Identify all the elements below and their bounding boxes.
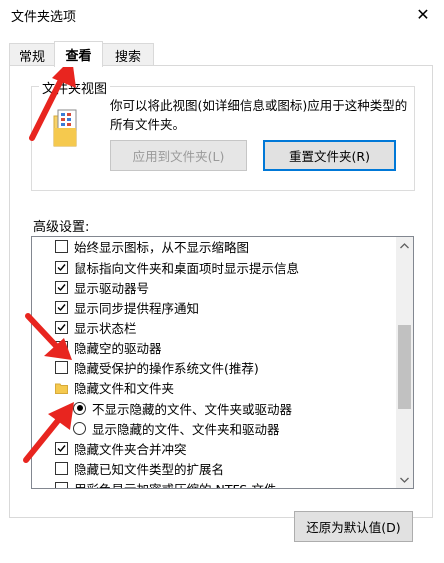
advanced-setting-item[interactable]: 显示同步提供程序通知 (55, 297, 199, 317)
advanced-setting-label: 始终显示图标，从不显示缩略图 (74, 239, 250, 255)
apply-to-folders-button[interactable]: 应用到文件夹(L) (110, 140, 247, 171)
advanced-setting-label: 隐藏文件夹合并冲突 (74, 441, 187, 457)
advanced-setting-item[interactable]: 隐藏受保护的操作系统文件(推荐) (55, 357, 259, 377)
advanced-setting-label: 用彩色显示加密或压缩的 NTFS 文件 (74, 481, 277, 489)
scroll-up-icon[interactable] (396, 237, 413, 254)
folder-view-description: 你可以将此视图(如详细信息或图标)应用于这种类型的所有文件夹。 (110, 98, 408, 132)
advanced-setting-item[interactable]: 显示驱动器号 (55, 277, 149, 297)
advanced-settings-label: 高级设置: (33, 220, 90, 235)
checked-checkbox[interactable] (55, 280, 68, 294)
advanced-setting-label: 显示同步提供程序通知 (74, 300, 200, 316)
checked-checkbox[interactable] (55, 260, 68, 274)
advanced-setting-item[interactable]: 鼠标指向文件夹和桌面项时显示提示信息 (55, 257, 299, 277)
advanced-setting-label: 隐藏空的驱动器 (74, 340, 162, 356)
advanced-setting-label: 隐藏已知文件类型的扩展名 (74, 461, 225, 477)
folder-icon (55, 382, 68, 394)
advanced-setting-label: 不显示隐藏的文件、文件夹或驱动器 (92, 401, 293, 417)
advanced-setting-label: 鼠标指向文件夹和桌面项时显示提示信息 (74, 260, 300, 276)
advanced-setting-item[interactable]: 不显示隐藏的文件、文件夹或驱动器 (73, 398, 292, 418)
advanced-settings-list[interactable]: 始终显示图标，从不显示缩略图 鼠标指向文件夹和桌面项时显示提示信息 显示驱动器号 显示… (31, 236, 414, 489)
scroll-down-icon[interactable] (396, 471, 413, 488)
advanced-setting-item[interactable]: 始终显示图标，从不显示缩略图 (55, 237, 250, 256)
advanced-settings-scrollbar[interactable] (396, 237, 413, 488)
advanced-setting-label: 隐藏受保护的操作系统文件(推荐) (74, 360, 259, 376)
advanced-setting-label: 隐藏文件和文件夹 (74, 380, 175, 396)
annotation-arrow-icon (25, 313, 72, 360)
close-icon[interactable]: ✕ (402, 0, 444, 28)
advanced-setting-item[interactable]: 隐藏文件和文件夹 (55, 377, 174, 397)
advanced-setting-item[interactable]: 用彩色显示加密或压缩的 NTFS 文件 (55, 478, 277, 489)
advanced-setting-item[interactable]: 隐藏已知文件类型的扩展名 (55, 458, 224, 478)
advanced-setting-label: 显示隐藏的文件、文件夹和驱动器 (92, 421, 280, 437)
advanced-setting-label: 显示状态栏 (74, 320, 137, 336)
advanced-setting-item[interactable]: 显示隐藏的文件、文件夹和驱动器 (73, 418, 280, 438)
tab-search[interactable]: 搜索 (102, 43, 154, 66)
advanced-setting-label: 显示驱动器号 (74, 280, 150, 296)
unchecked-checkbox[interactable] (55, 481, 68, 488)
scroll-thumb[interactable] (398, 325, 411, 409)
window-title: 文件夹选项 (11, 10, 77, 25)
annotation-arrow-icon (23, 402, 74, 463)
unchecked-checkbox[interactable] (55, 239, 68, 253)
tab-view[interactable]: 查看 (54, 41, 103, 67)
reset-folders-button[interactable]: 重置文件夹(R) (263, 140, 396, 171)
restore-defaults-button[interactable]: 还原为默认值(D) (294, 511, 413, 542)
